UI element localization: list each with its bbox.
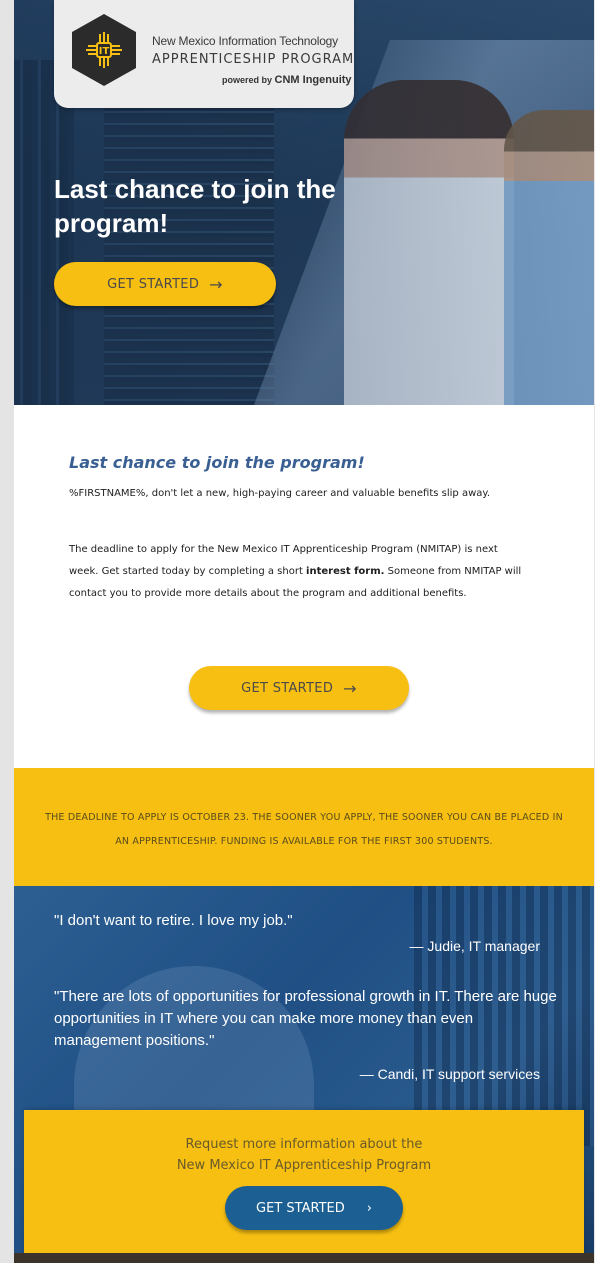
request-info-box: Request more information about the New M… bbox=[24, 1110, 584, 1260]
program-logo[interactable]: IT New Mexico Information Technology APP… bbox=[54, 0, 354, 108]
content-button-label: GET STARTED bbox=[241, 680, 334, 696]
email-body: IT New Mexico Information Technology APP… bbox=[14, 0, 594, 1263]
hero-get-started-button[interactable]: GET STARTED → bbox=[54, 262, 276, 306]
testimonials-section: "I don't want to retire. I love my job."… bbox=[14, 886, 594, 1263]
request-info-text: Request more information about the New M… bbox=[24, 1134, 584, 1176]
testimonial-attribution: — Judie, IT manager bbox=[409, 938, 540, 954]
testimonial-quote: "There are lots of opportunities for pro… bbox=[54, 988, 557, 1049]
svg-text:IT: IT bbox=[99, 46, 110, 57]
content-heading: Last chance to join the program! bbox=[69, 453, 365, 472]
arrow-right-icon: → bbox=[343, 678, 357, 698]
deadline-banner: THE DEADLINE TO APPLY IS OCTOBER 23. THE… bbox=[14, 768, 594, 886]
logo-line-1: New Mexico Information Technology bbox=[152, 34, 338, 48]
hero-banner: IT New Mexico Information Technology APP… bbox=[14, 0, 594, 405]
content-get-started-button[interactable]: GET STARTED → bbox=[189, 666, 409, 710]
details-paragraph: The deadline to apply for the New Mexico… bbox=[69, 539, 529, 605]
arrow-right-icon: → bbox=[209, 274, 223, 294]
logo-brand: CNM Ingenuity bbox=[274, 74, 352, 86]
hexagon-circuit-logo-icon: IT bbox=[72, 14, 136, 86]
deadline-text: THE DEADLINE TO APPLY IS OCTOBER 23. THE… bbox=[45, 812, 563, 847]
logo-line-2: APPRENTICESHIP PROGRAM bbox=[152, 52, 355, 67]
logo-powered-by: powered by bbox=[222, 75, 273, 85]
main-content: Last chance to join the program! %FIRSTN… bbox=[14, 405, 594, 768]
hero-title: Last chance to join the program! bbox=[54, 174, 336, 238]
chevron-right-icon: › bbox=[366, 1200, 372, 1216]
hero-button-label: GET STARTED bbox=[107, 276, 200, 292]
testimonial-attribution: — Candi, IT support services bbox=[359, 1066, 540, 1082]
request-info-line-1: Request more information about the bbox=[185, 1137, 423, 1152]
interest-form-link[interactable]: interest form. bbox=[306, 566, 384, 577]
request-button-label: GET STARTED bbox=[256, 1200, 345, 1216]
footer-strip bbox=[14, 1253, 594, 1263]
logo-line-3: powered by CNM Ingenuity bbox=[222, 74, 352, 86]
testimonial-quote: "I don't want to retire. I love my job." bbox=[54, 912, 293, 929]
intro-paragraph: %FIRSTNAME%, don't let a new, high-payin… bbox=[69, 488, 491, 499]
request-info-line-2: New Mexico IT Apprenticeship Program bbox=[176, 1158, 432, 1173]
request-get-started-button[interactable]: GET STARTED › bbox=[225, 1186, 403, 1230]
